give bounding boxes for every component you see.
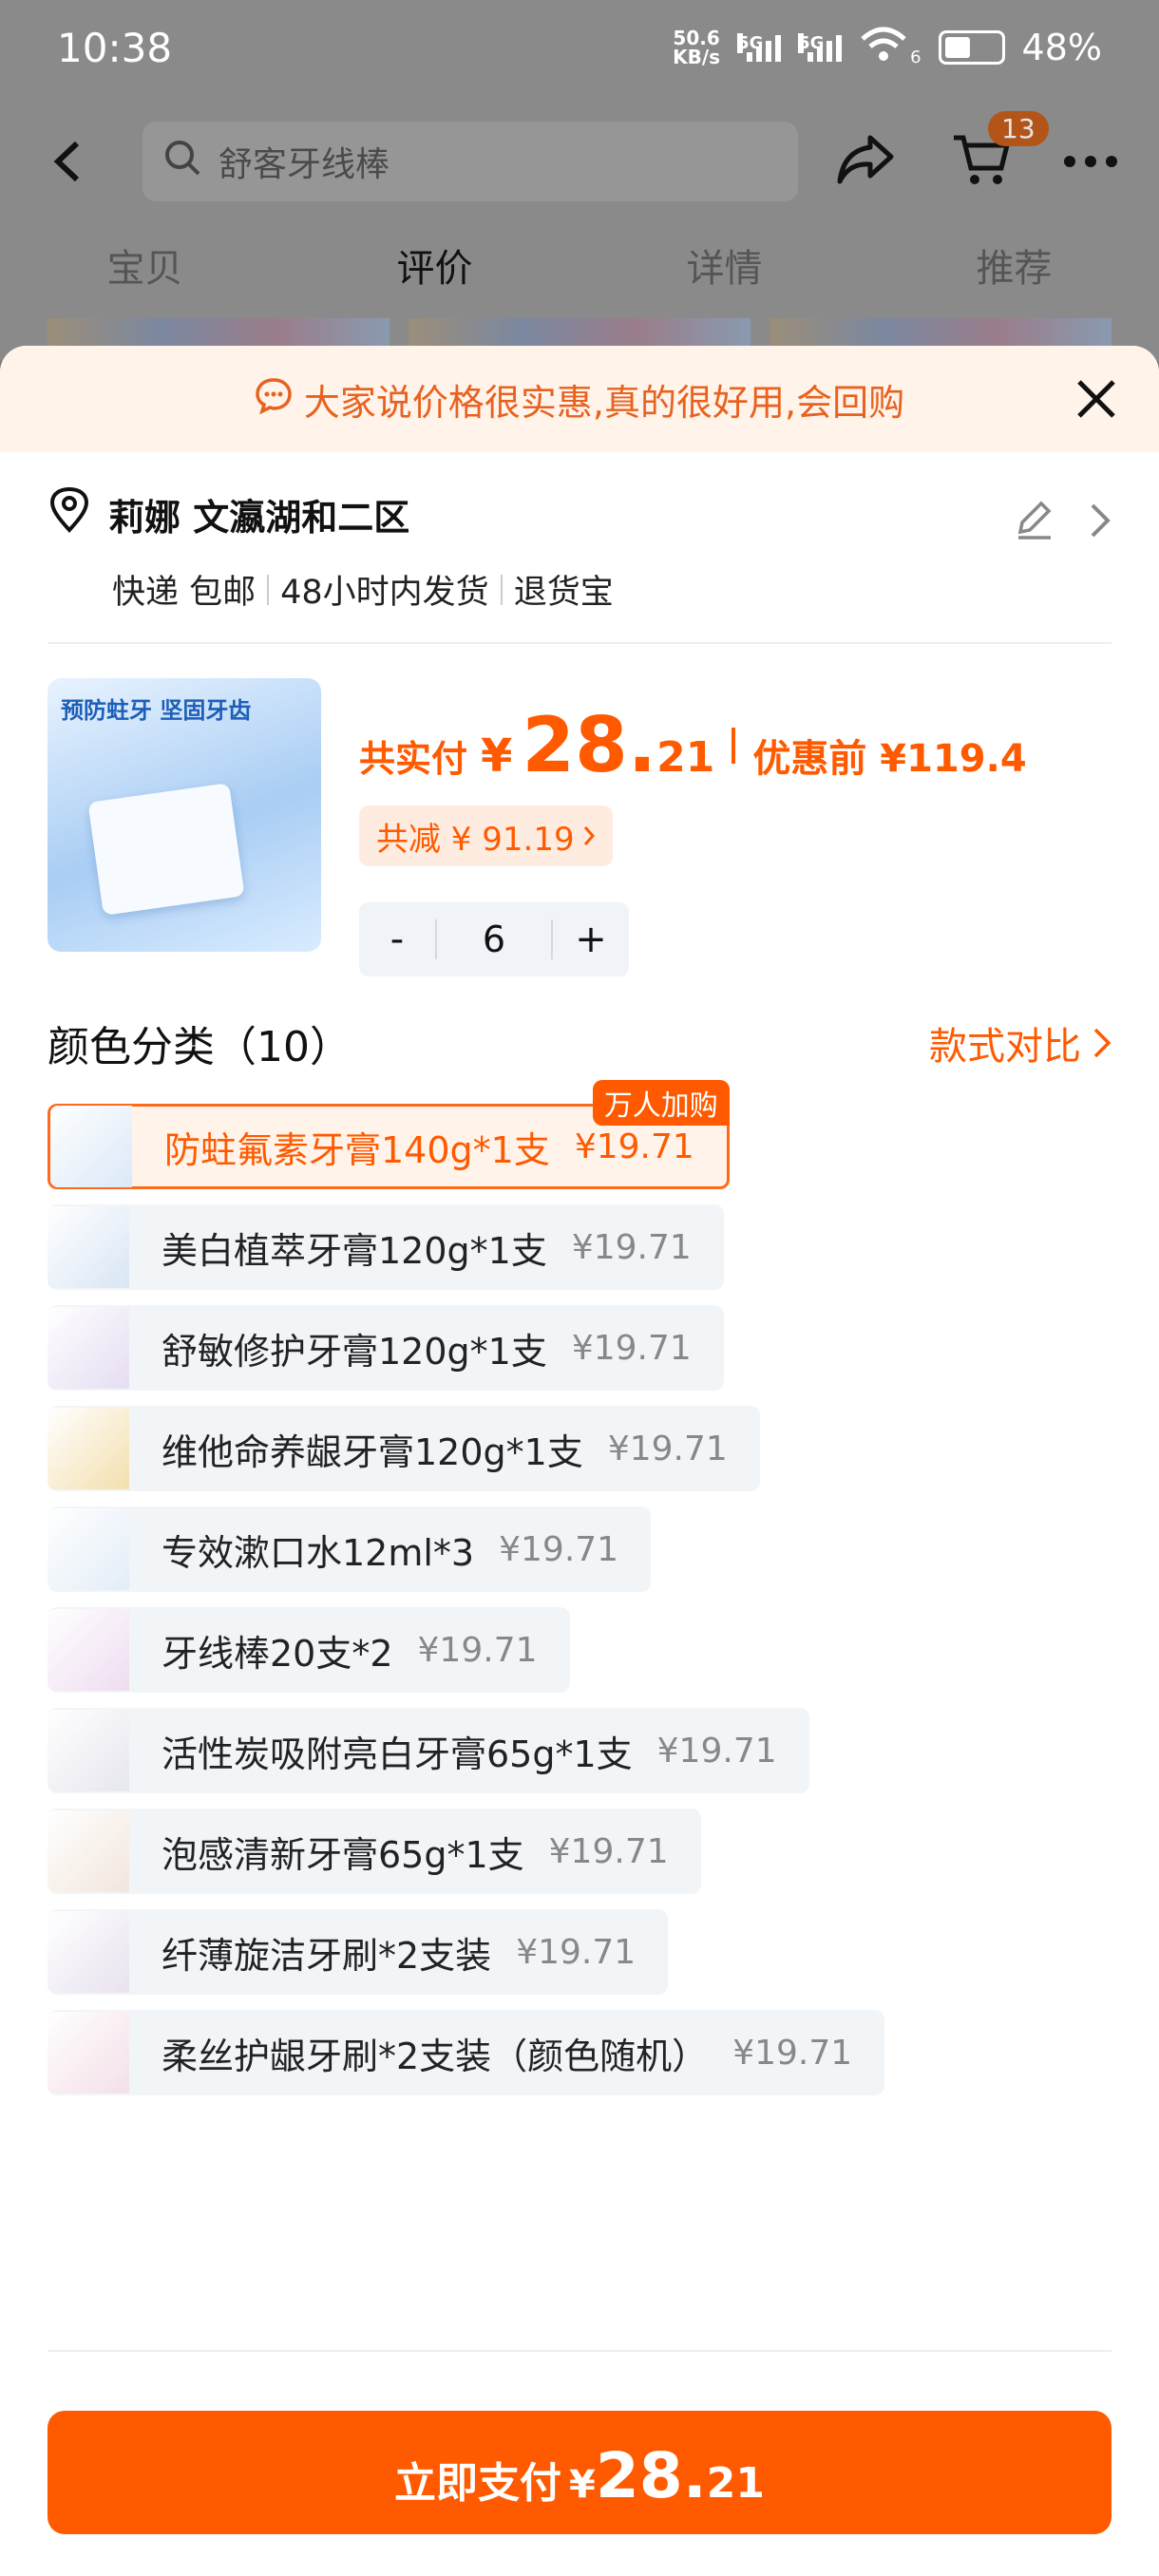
delivery-address[interactable]: 莉娜 文瀛湖和二区 快递 包邮 48小时内发货 退货宝 bbox=[0, 452, 1159, 642]
variant-option[interactable]: 牙线棒20支*2 ¥19.71 bbox=[48, 1607, 570, 1693]
top-nav: 舒客牙线棒 13 bbox=[0, 111, 1159, 209]
back-icon[interactable] bbox=[38, 133, 95, 190]
variant-price: ¥19.71 bbox=[499, 1529, 619, 1569]
tab-recommend[interactable]: 推荐 bbox=[869, 237, 1159, 304]
wifi-icon bbox=[859, 26, 908, 69]
variant-option[interactable]: 维他命养龈牙膏120g*1支 ¥19.71 bbox=[48, 1406, 760, 1491]
product-image[interactable]: 预防蛀牙 坚固牙齿 bbox=[48, 678, 321, 952]
sku-sheet: 大家说价格很实惠,真的很好用,会回购 莉娜 文瀛湖和二区 快递 包邮 48小时内… bbox=[0, 346, 1159, 2576]
variant-name: 防蛀氟素牙膏140g*1支 bbox=[164, 1128, 550, 1171]
discount-detail-button[interactable]: 共减 ¥ 91.19 bbox=[359, 805, 613, 866]
status-time: 10:38 bbox=[57, 24, 173, 71]
variant-option[interactable]: 专效漱口水12ml*3 ¥19.71 bbox=[48, 1506, 652, 1592]
variant-option[interactable]: 防蛀氟素牙膏140g*1支 ¥19.71 万人加购 bbox=[48, 1080, 730, 1189]
variant-name: 柔丝护龈牙刷*2支装（颜色随机） bbox=[162, 2035, 709, 2077]
popular-badge: 万人加购 bbox=[592, 1080, 730, 1126]
variant-option[interactable]: 舒敏修护牙膏120g*1支 ¥19.71 bbox=[48, 1305, 724, 1391]
more-icon[interactable] bbox=[1064, 156, 1117, 167]
variant-price: ¥19.71 bbox=[574, 1127, 694, 1166]
location-pin-icon bbox=[48, 486, 91, 542]
variant-option[interactable]: 泡感清新牙膏65g*1支 ¥19.71 bbox=[48, 1809, 701, 1894]
product-summary: 预防蛀牙 坚固牙齿 共实付 ¥ 28. 21 优惠前 ¥119.4 共减 ¥ 9… bbox=[0, 644, 1159, 976]
variant-option[interactable]: 美白植萃牙膏120g*1支 ¥19.71 bbox=[48, 1204, 724, 1290]
variant-header: 颜色分类（10） 款式对比 bbox=[0, 995, 1159, 1090]
variant-name: 舒敏修护牙膏120g*1支 bbox=[162, 1330, 547, 1373]
search-icon bbox=[163, 139, 201, 185]
variant-price: ¥19.71 bbox=[571, 1328, 692, 1368]
share-icon[interactable] bbox=[836, 134, 895, 189]
chat-bubble-icon bbox=[255, 376, 293, 423]
tab-details[interactable]: 详情 bbox=[580, 237, 869, 304]
address-name: 莉娜 文瀛湖和二区 bbox=[108, 497, 410, 539]
variant-thumbnail bbox=[48, 1307, 129, 1389]
chevron-right-icon bbox=[1093, 1028, 1112, 1058]
variant-price: ¥19.71 bbox=[417, 1630, 538, 1670]
variant-name: 专效漱口水12ml*3 bbox=[162, 1531, 475, 1574]
variant-option[interactable]: 纤薄旋洁牙刷*2支装 ¥19.71 bbox=[48, 1909, 669, 1995]
style-compare-link[interactable]: 款式对比 bbox=[929, 1015, 1112, 1070]
variant-thumbnail bbox=[48, 1408, 129, 1489]
variant-price: ¥19.71 bbox=[516, 1932, 636, 1972]
background-page: 10:38 50.6 KB/s 5G 5G 6 48% 舒客牙线棒 13 宝贝 … bbox=[0, 0, 1159, 361]
banner-text: 大家说价格很实惠,真的很好用,会回购 bbox=[303, 381, 905, 424]
variant-list: 防蛀氟素牙膏140g*1支 ¥19.71 万人加购 美白植萃牙膏120g*1支 ¥19.… bbox=[0, 1080, 1159, 2097]
delivery-tag: 48小时内发货 bbox=[280, 574, 489, 612]
tab-baobei[interactable]: 宝贝 bbox=[0, 237, 290, 304]
quantity-stepper[interactable]: - 6 + bbox=[359, 902, 629, 976]
variant-name: 牙线棒20支*2 bbox=[162, 1632, 393, 1675]
product-tabs: 宝贝 评价 详情 推荐 bbox=[0, 237, 1159, 304]
variant-name: 美白植萃牙膏120g*1支 bbox=[162, 1229, 547, 1272]
variant-option[interactable]: 活性炭吸附亮白牙膏65g*1支 ¥19.71 bbox=[48, 1708, 809, 1793]
delivery-tag: 退货宝 bbox=[513, 574, 614, 612]
variant-thumbnail bbox=[48, 1609, 129, 1691]
status-icons: 50.6 KB/s 5G 5G 6 48% bbox=[673, 26, 1102, 69]
variant-thumbnail bbox=[48, 1508, 129, 1590]
status-bar: 10:38 50.6 KB/s 5G 5G 6 48% bbox=[0, 0, 1159, 95]
variant-name: 泡感清新牙膏65g*1支 bbox=[162, 1833, 524, 1876]
close-icon[interactable] bbox=[1072, 374, 1121, 424]
total-price: 28. bbox=[522, 701, 657, 789]
quantity-value[interactable]: 6 bbox=[435, 919, 553, 959]
price-line: 共实付 ¥ 28. 21 优惠前 ¥119.4 bbox=[359, 701, 1027, 789]
variant-option[interactable]: 柔丝护龈牙刷*2支装（颜色随机） ¥19.71 bbox=[48, 2010, 885, 2095]
original-price: 优惠前 ¥119.4 bbox=[752, 737, 1027, 781]
variant-thumbnail bbox=[48, 2012, 129, 2093]
variant-name: 维他命养龈牙膏120g*1支 bbox=[162, 1430, 583, 1473]
pay-now-button[interactable]: 立即支付 ¥ 28. 21 bbox=[48, 2411, 1112, 2534]
variant-price: ¥19.71 bbox=[656, 1731, 777, 1771]
cart-count-badge: 13 bbox=[988, 111, 1049, 146]
divider bbox=[48, 2350, 1112, 2352]
cart-icon[interactable]: 13 bbox=[952, 111, 1049, 191]
battery-percent: 48% bbox=[1021, 27, 1102, 68]
increase-button[interactable]: + bbox=[553, 918, 629, 961]
network-speed: 50.6 KB/s bbox=[673, 27, 721, 68]
tab-reviews[interactable]: 评价 bbox=[290, 237, 580, 304]
variant-thumbnail bbox=[48, 1206, 129, 1288]
chevron-right-icon bbox=[583, 826, 595, 845]
variant-price: ¥19.71 bbox=[732, 2033, 853, 2073]
signal-icon: 5G bbox=[737, 33, 782, 62]
variant-price: ¥19.71 bbox=[571, 1227, 692, 1267]
wifi-sub: 6 bbox=[910, 47, 922, 67]
variant-thumbnail bbox=[50, 1106, 132, 1187]
decrease-button[interactable]: - bbox=[359, 918, 435, 961]
signal-icon-2: 5G bbox=[798, 33, 843, 62]
variant-thumbnail bbox=[48, 1710, 129, 1791]
edit-icon[interactable] bbox=[1013, 500, 1054, 545]
variant-name: 活性炭吸附亮白牙膏65g*1支 bbox=[162, 1733, 633, 1775]
variant-title: 颜色分类（10） bbox=[48, 1023, 352, 1071]
search-input[interactable]: 舒客牙线棒 bbox=[142, 122, 798, 201]
delivery-tags: 快递 包邮 48小时内发货 退货宝 bbox=[112, 565, 1112, 614]
review-banner: 大家说价格很实惠,真的很好用,会回购 bbox=[0, 346, 1159, 452]
search-text: 舒客牙线棒 bbox=[218, 145, 390, 184]
variant-price: ¥19.71 bbox=[548, 1831, 669, 1871]
variant-thumbnail bbox=[48, 1911, 129, 1993]
chevron-right-icon[interactable] bbox=[1089, 502, 1112, 543]
battery-icon bbox=[938, 30, 1005, 65]
variant-price: ¥19.71 bbox=[607, 1429, 728, 1468]
variant-thumbnail bbox=[48, 1810, 129, 1892]
variant-name: 纤薄旋洁牙刷*2支装 bbox=[162, 1934, 492, 1977]
delivery-tag: 快递 包邮 bbox=[112, 574, 256, 612]
